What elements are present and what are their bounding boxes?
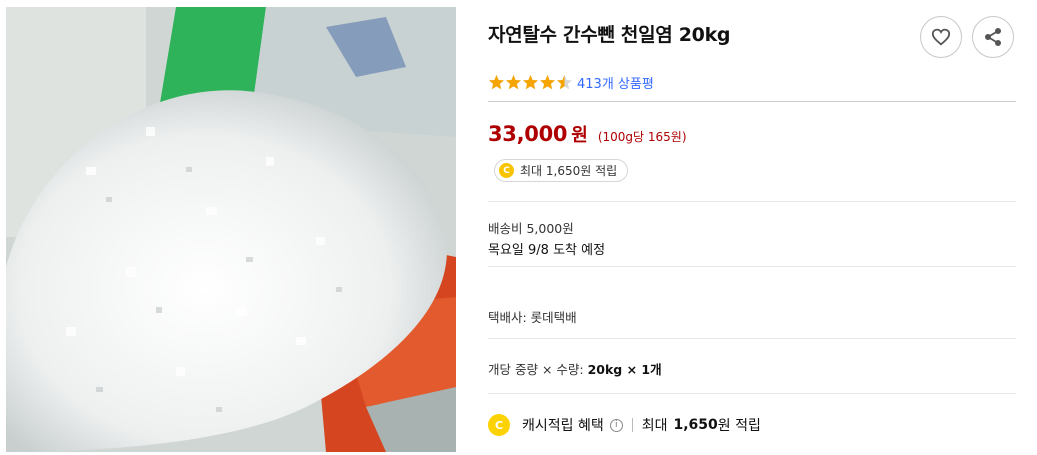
reward-badge: C 최대 1,650원 적립 xyxy=(494,159,629,182)
heart-icon xyxy=(931,28,951,46)
star-icon xyxy=(489,74,504,89)
share-button[interactable] xyxy=(972,16,1014,58)
cash-coin-icon: C xyxy=(488,414,510,436)
separator xyxy=(631,418,633,432)
option-label: 개당 중량 × 수량: xyxy=(488,362,584,377)
divider xyxy=(488,201,1016,202)
cash-suffix: 원 적립 xyxy=(717,418,761,434)
divider xyxy=(488,338,1016,339)
coin-icon: C xyxy=(499,163,514,178)
courier-info: 택배사: 롯데택배 xyxy=(488,310,577,325)
rating-row[interactable]: 413개 상품평 xyxy=(488,73,654,92)
cash-reward-label: 캐시적립 혜택 xyxy=(522,418,604,434)
product-image[interactable] xyxy=(6,7,456,452)
divider xyxy=(488,266,1016,267)
reward-badge-text: 최대 1,650원 적립 xyxy=(520,164,618,178)
review-count-link[interactable]: 413개 상품평 xyxy=(577,73,654,92)
star-rating xyxy=(488,74,573,91)
price-block: 33,000 원 (100g당 165원) xyxy=(488,121,687,147)
option-info: 개당 중량 × 수량: 20kg × 1개 xyxy=(488,359,662,378)
product-info-panel: 자연탈수 간수뺀 천일염 20kg 413개 상품평 33,000 원 (100… xyxy=(488,0,1018,455)
star-icon xyxy=(540,74,555,89)
cash-prefix: 최대 xyxy=(641,418,668,434)
sale-price: 33,000 xyxy=(488,122,568,146)
cash-reward-row: C 캐시적립 혜택 i 최대 1,650 원 적립 xyxy=(488,414,761,436)
wishlist-button[interactable] xyxy=(920,16,962,58)
cash-amount: 1,650 xyxy=(673,417,718,433)
info-icon[interactable]: i xyxy=(609,418,623,432)
option-value: 20kg × 1개 xyxy=(587,362,662,377)
product-title: 자연탈수 간수뺀 천일염 20kg xyxy=(488,24,731,46)
star-icon xyxy=(506,74,521,89)
star-icon xyxy=(523,74,538,89)
shipping-fee: 배송비 5,000원 xyxy=(488,221,574,236)
arrival-date: 목요일 9/8 도착 예정 xyxy=(488,243,606,258)
divider xyxy=(488,393,1016,394)
star-icon xyxy=(557,74,572,89)
unit-price: (100g당 165원) xyxy=(597,130,687,144)
share-icon xyxy=(985,28,1001,46)
divider xyxy=(488,101,1016,102)
price-currency: 원 xyxy=(571,125,588,146)
